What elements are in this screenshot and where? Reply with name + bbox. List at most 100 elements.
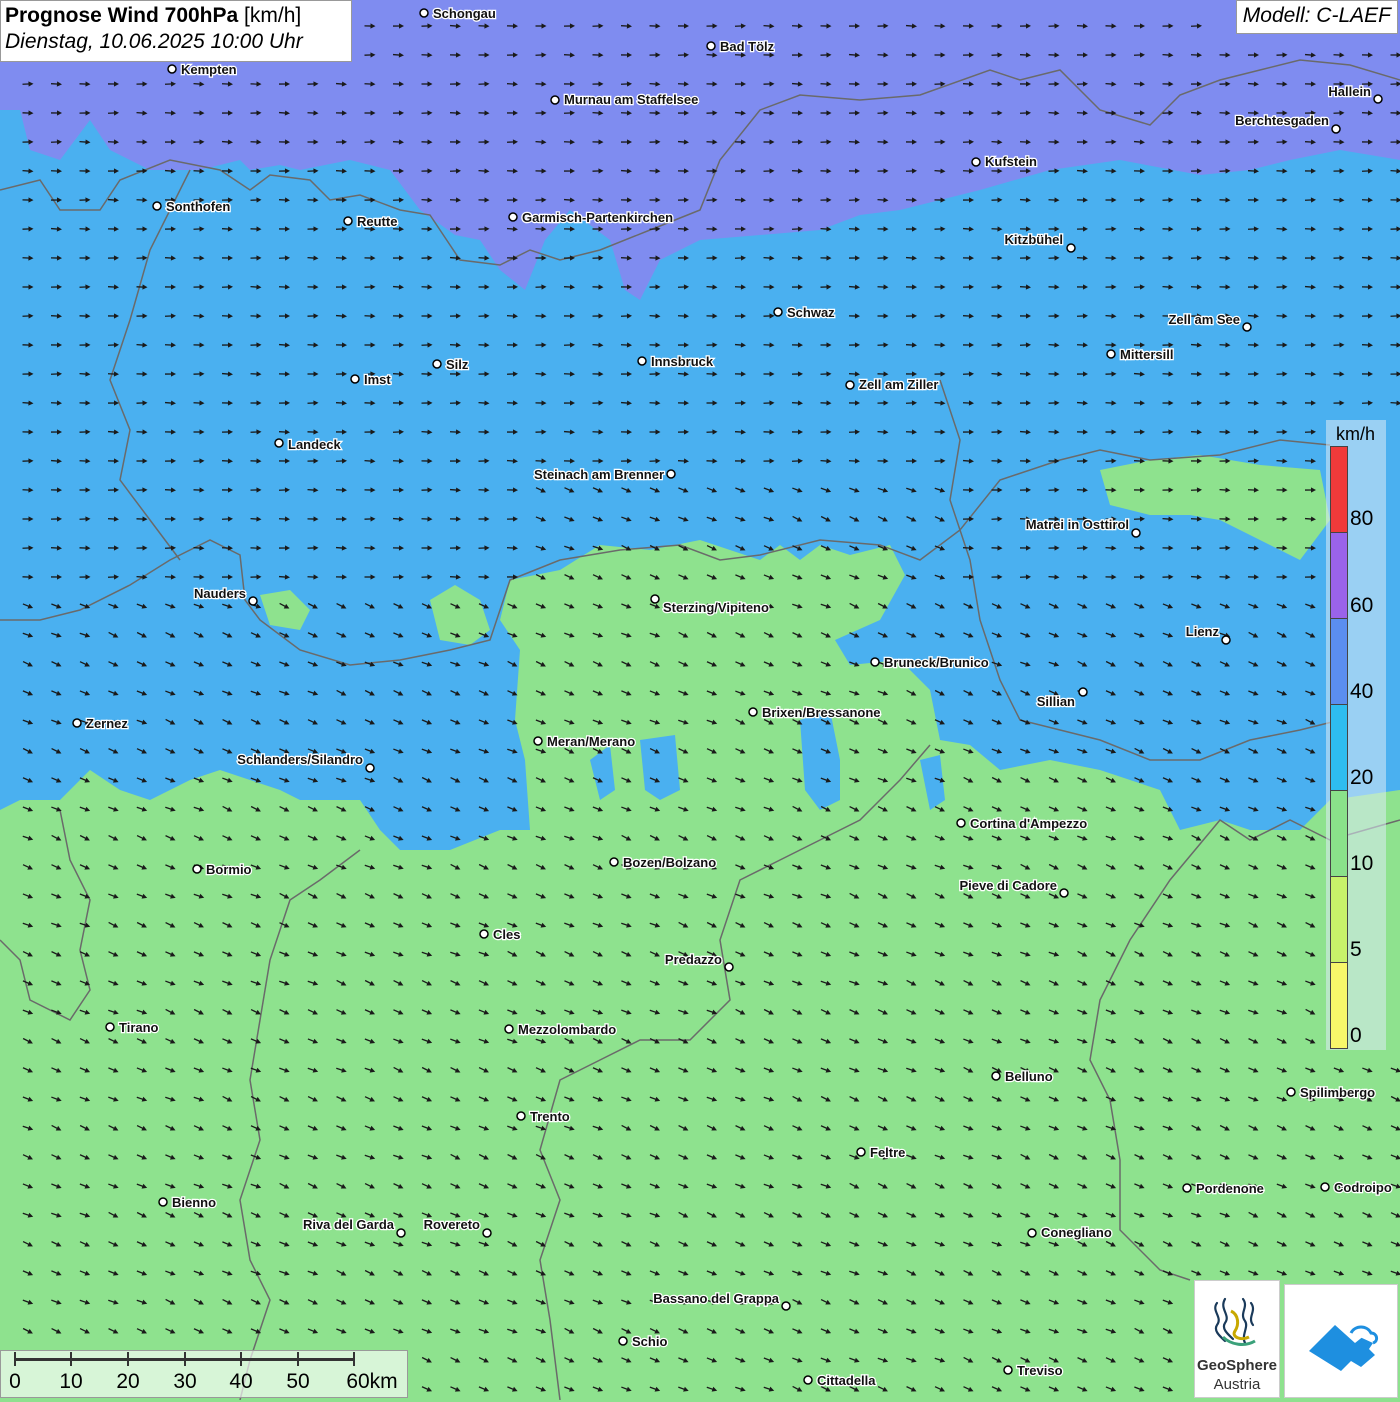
place-dot (351, 375, 359, 383)
place-dot (1079, 688, 1087, 696)
place-label: Treviso (1017, 1363, 1063, 1378)
place-label: Kufstein (985, 154, 1037, 169)
place-marker: Bozen/Bolzano (610, 855, 716, 870)
map-title: Prognose Wind 700hPa [km/h] (5, 4, 347, 28)
place-dot (168, 65, 176, 73)
scale-tick (184, 1352, 186, 1366)
place-dot (1107, 350, 1115, 358)
place-label: Garmisch-Partenkirchen (522, 210, 673, 225)
place-label: Bienno (172, 1195, 216, 1210)
legend-swatch-40 (1330, 618, 1348, 705)
place-label: Pieve di Cadore (959, 878, 1057, 893)
place-dot (1004, 1366, 1012, 1374)
place-label: Sonthofen (166, 199, 230, 214)
scale-label: 0 (9, 1370, 21, 1394)
place-marker: Steinach am Brenner (534, 467, 675, 482)
place-dot (275, 439, 283, 447)
place-label: Lienz (1186, 624, 1220, 639)
place-dot (749, 708, 757, 716)
place-dot (1183, 1184, 1191, 1192)
place-label: Codroipo (1334, 1180, 1392, 1195)
place-dot (159, 1198, 167, 1206)
place-label: Schio (632, 1334, 667, 1349)
place-label: Mittersill (1120, 347, 1173, 362)
place-label: Meran/Merano (547, 734, 635, 749)
place-label: Cortina d'Ampezzo (970, 816, 1087, 831)
wind-map: SchongauBad TölzKemptenMurnau am Staffel… (0, 0, 1400, 1400)
legend-label: 80 (1350, 507, 1373, 531)
place-dot (782, 1302, 790, 1310)
place-dot (397, 1229, 405, 1237)
place-dot (1222, 636, 1230, 644)
place-marker: Spilimbergo (1287, 1085, 1375, 1100)
legend-swatch-10 (1330, 790, 1348, 877)
mountain-cloud-icon (1285, 1285, 1397, 1397)
legend-swatch-60 (1330, 532, 1348, 619)
scale-tick (14, 1352, 16, 1366)
place-dot (483, 1229, 491, 1237)
place-dot (106, 1023, 114, 1031)
place-label: Kempten (181, 62, 237, 77)
place-dot (193, 865, 201, 873)
place-dot (1332, 125, 1340, 133)
forecast-datetime: Dienstag, 10.06.2025 10:00 Uhr (5, 30, 347, 54)
place-label: Mezzolombardo (518, 1022, 616, 1037)
place-dot (1067, 244, 1075, 252)
place-label: Schwaz (787, 305, 835, 320)
scale-label: 50 (286, 1370, 309, 1394)
place-label: Berchtesgaden (1235, 113, 1329, 128)
place-dot (638, 357, 646, 365)
place-dot (1060, 889, 1068, 897)
place-dot (610, 858, 618, 866)
place-label: Conegliano (1041, 1225, 1112, 1240)
place-label: Landeck (288, 437, 342, 452)
place-marker: Brixen/Bressanone (749, 705, 881, 720)
place-label: Cles (493, 927, 520, 942)
geosphere-logo[interactable]: GeoSphere Austria (1194, 1280, 1280, 1398)
place-marker: Meran/Merano (534, 734, 635, 749)
place-dot (1321, 1183, 1329, 1191)
place-label: Reutte (357, 214, 397, 229)
legend-label: 5 (1350, 938, 1362, 962)
legend-label: 10 (1350, 852, 1373, 876)
place-dot (505, 1025, 513, 1033)
legend-swatch-20 (1330, 704, 1348, 791)
place-dot (551, 96, 559, 104)
scale-tick (240, 1352, 242, 1366)
place-dot (667, 470, 675, 478)
place-label: Bassano del Grappa (653, 1291, 779, 1306)
place-label: Predazzo (665, 952, 722, 967)
place-dot (957, 819, 965, 827)
place-label: Kitzbühel (1005, 232, 1064, 247)
place-label: Bruneck/Brunico (884, 655, 989, 670)
scale-label: 30 (173, 1370, 196, 1394)
model-label: Modell: C-LAEF (1236, 0, 1398, 34)
scale-label: 20 (116, 1370, 139, 1394)
place-marker: Pordenone (1183, 1181, 1264, 1196)
place-label: Nauders (194, 586, 246, 601)
place-dot (73, 719, 81, 727)
place-marker: Cortina d'Ampezzo (957, 816, 1087, 831)
place-label: Imst (364, 372, 391, 387)
scale-label: 40 (229, 1370, 252, 1394)
place-dot (972, 158, 980, 166)
place-dot (153, 202, 161, 210)
place-dot (651, 595, 659, 603)
place-dot (846, 381, 854, 389)
place-dot (249, 597, 257, 605)
place-marker: Bruneck/Brunico (871, 655, 989, 670)
place-dot (619, 1337, 627, 1345)
legend-swatch-80 (1330, 446, 1348, 533)
scale-label: 60km (346, 1370, 397, 1394)
place-label: Matrei in Osttirol (1026, 517, 1129, 532)
logo-name-line2: Austria (1195, 1376, 1279, 1393)
place-label: Trento (530, 1109, 570, 1124)
place-dot (1287, 1088, 1295, 1096)
place-dot (871, 658, 879, 666)
place-dot (1132, 529, 1140, 537)
scale-label: 10 (59, 1370, 82, 1394)
legend-label: 20 (1350, 766, 1373, 790)
place-dot (517, 1112, 525, 1120)
app-logo[interactable] (1284, 1284, 1398, 1398)
place-label: Schongau (433, 6, 496, 21)
